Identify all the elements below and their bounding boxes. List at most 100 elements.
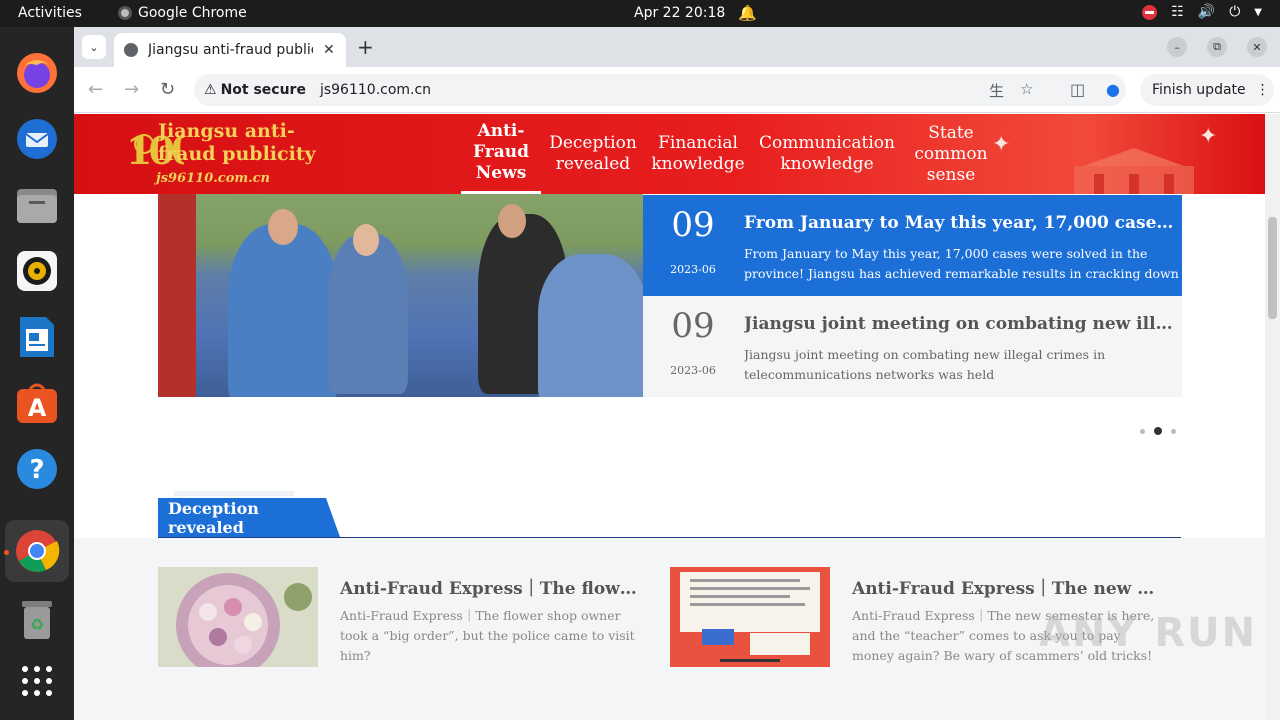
news-day: 09 xyxy=(671,205,715,245)
site-header: 100 Jiangsu anti-fraud publicity js96110… xyxy=(74,114,1265,194)
bookmark-star-icon[interactable]: ☆ xyxy=(1020,80,1033,98)
site-name[interactable]: Jiangsu anti-fraud publicity xyxy=(158,120,348,166)
tiananmen-gate-icon xyxy=(1074,148,1194,194)
more-vert-icon: ⋮ xyxy=(1255,82,1270,98)
firefox-icon[interactable] xyxy=(13,49,61,97)
anyrun-watermark: ANY RUN xyxy=(1039,610,1258,656)
nav-deception-revealed[interactable]: Deception revealed xyxy=(548,114,638,194)
url-text[interactable]: js96110.com.cn xyxy=(320,82,431,98)
nav-financial-knowledge[interactable]: Financial knowledge xyxy=(650,114,746,194)
news-item[interactable]: 09 2023-06 Jiangsu joint meeting on comb… xyxy=(643,296,1182,397)
running-indicator xyxy=(4,550,9,555)
reload-icon[interactable]: ↻ xyxy=(160,79,175,100)
activities-button[interactable]: Activities xyxy=(18,5,82,21)
site-domain: js96110.com.cn xyxy=(156,171,271,186)
system-tray[interactable]: ☷ 🔊 ⏻ ▼ xyxy=(1142,4,1262,20)
chevron-down-icon: ⌄ xyxy=(89,40,99,54)
warning-icon[interactable]: ⚠ xyxy=(204,82,217,98)
help-icon[interactable]: ? xyxy=(13,445,61,493)
maximize-button[interactable]: ⧉ xyxy=(1207,37,1227,57)
nav-label: State common sense xyxy=(914,122,988,185)
notification-bell-icon: 🔔 xyxy=(738,4,757,22)
section-header: Deception revealed xyxy=(158,498,1181,538)
chrome-icon[interactable] xyxy=(13,527,61,575)
forward-icon[interactable]: → xyxy=(124,79,139,100)
power-icon: ⏻ xyxy=(1229,4,1241,20)
dock: A ? ♻ xyxy=(0,27,74,720)
news-desc: From January to May this year, 17,000 ca… xyxy=(744,246,1179,288)
browser-window: ⌄ Jiangsu anti-fraud publicity ✕ + – ⧉ ✕… xyxy=(74,27,1280,720)
poster-image[interactable] xyxy=(670,567,830,667)
tab-search-button[interactable]: ⌄ xyxy=(82,35,106,59)
finish-update-label: Finish update xyxy=(1152,82,1246,98)
security-label[interactable]: Not secure xyxy=(221,82,306,98)
svg-text:♻: ♻ xyxy=(30,615,44,634)
globe-icon xyxy=(124,43,138,57)
face xyxy=(353,224,379,256)
section-title[interactable]: Deception revealed xyxy=(158,498,340,537)
recording-indicator-icon xyxy=(1142,4,1158,20)
svg-text:?: ? xyxy=(29,455,44,485)
close-tab-icon[interactable]: ✕ xyxy=(323,42,335,58)
writer-icon[interactable] xyxy=(13,313,61,361)
news-item[interactable]: 09 2023-06 From January to May this year… xyxy=(643,195,1182,296)
network-icon: ☷ xyxy=(1171,4,1184,20)
rhythmbox-icon[interactable] xyxy=(13,247,61,295)
news-day: 09 xyxy=(671,306,715,346)
news-photo[interactable] xyxy=(158,194,643,397)
svg-text:A: A xyxy=(28,394,47,422)
nav-label: Financial knowledge xyxy=(651,133,745,174)
carousel-dot[interactable] xyxy=(1171,428,1176,434)
profile-icon[interactable]: ● xyxy=(1106,80,1120,99)
thunderbird-icon[interactable] xyxy=(13,115,61,163)
page-scrollbar[interactable] xyxy=(1265,114,1280,720)
tab-active[interactable]: Jiangsu anti-fraud publicity ✕ xyxy=(114,33,346,67)
person-figure xyxy=(538,254,643,397)
close-window-button[interactable]: ✕ xyxy=(1247,37,1267,57)
finish-update-button[interactable]: Finish update ⋮ xyxy=(1140,74,1274,106)
show-apps-icon[interactable] xyxy=(13,657,61,705)
new-tab-button[interactable]: + xyxy=(357,35,374,59)
minimize-button[interactable]: – xyxy=(1167,37,1187,57)
translate-icon[interactable]: 生 xyxy=(989,80,1004,101)
tab-title: Jiangsu anti-fraud publicity xyxy=(148,42,313,58)
browser-toolbar: ← → ↻ ⚠ Not secure js96110.com.cn 生 ☆ ◫ … xyxy=(74,67,1280,113)
card-title[interactable]: Anti-Fraud Express｜The flower shop owner… xyxy=(340,574,644,599)
side-panel-icon[interactable]: ◫ xyxy=(1070,80,1085,99)
section-decoration xyxy=(174,491,294,496)
card-desc: Anti-Fraud Express｜The flower shop owner… xyxy=(340,608,635,663)
face xyxy=(268,209,298,245)
files-icon[interactable] xyxy=(13,181,61,229)
carousel-dot-active[interactable] xyxy=(1154,427,1162,435)
flower-image[interactable] xyxy=(158,567,318,667)
tab-strip: ⌄ Jiangsu anti-fraud publicity ✕ + – ⧉ ✕ xyxy=(74,27,1280,67)
system-top-bar: Activities Google Chrome Apr 22 20:18 🔔 … xyxy=(0,0,1280,27)
carousel-dot[interactable] xyxy=(1140,428,1145,434)
carousel-pagination xyxy=(1140,427,1176,435)
back-icon[interactable]: ← xyxy=(88,79,103,100)
volume-icon: 🔊 xyxy=(1197,4,1216,20)
face xyxy=(498,204,526,238)
nav-label: Communication knowledge xyxy=(759,133,895,174)
trash-icon[interactable]: ♻ xyxy=(13,595,61,643)
app-center-icon[interactable]: A xyxy=(13,379,61,427)
chevron-down-icon: ▼ xyxy=(1254,6,1262,18)
card-title[interactable]: Anti-Fraud Express｜The new semester is h… xyxy=(852,574,1162,599)
page-viewport: 100 Jiangsu anti-fraud publicity js96110… xyxy=(74,114,1280,720)
dove-icon: ✦ xyxy=(1199,124,1218,149)
app-name: Google Chrome xyxy=(138,5,247,21)
nav-communication-knowledge[interactable]: Communication knowledge xyxy=(759,114,895,194)
nav-label: Anti- Fraud News xyxy=(473,121,529,183)
address-bar[interactable]: ⚠ Not secure js96110.com.cn 生 ☆ xyxy=(194,74,1126,106)
nav-state-common-sense[interactable]: State common sense xyxy=(909,114,993,194)
clock[interactable]: Apr 22 20:18 xyxy=(634,5,725,21)
dove-icon: ✦ xyxy=(992,132,1011,157)
scrollbar-thumb[interactable] xyxy=(1268,217,1277,319)
news-title[interactable]: From January to May this year, 17,000 ca… xyxy=(744,213,1180,233)
news-date: 2023-06 xyxy=(670,364,716,377)
news-title[interactable]: Jiangsu joint meeting on combating new i… xyxy=(744,314,1180,334)
news-desc: Jiangsu joint meeting on combating new i… xyxy=(744,347,1106,382)
nav-anti-fraud-news[interactable]: Anti- Fraud News xyxy=(461,114,541,194)
app-menu[interactable]: Google Chrome xyxy=(118,5,247,21)
person-figure xyxy=(228,224,338,397)
